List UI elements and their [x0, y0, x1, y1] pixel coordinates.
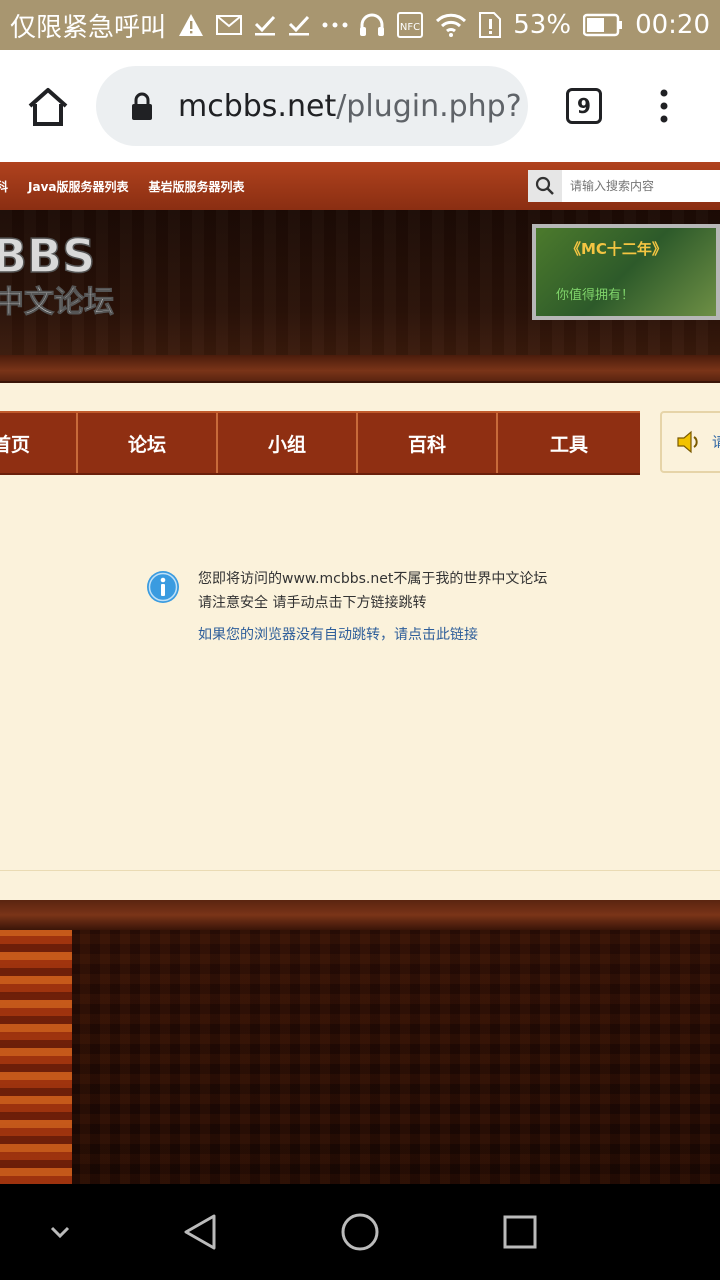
- overflow-menu-button[interactable]: [652, 88, 676, 124]
- notice-line-2: 请注意安全 请手动点击下方链接跳转: [198, 595, 427, 611]
- topbar-link-bedrock-servers[interactable]: 基岩版服务器列表: [149, 178, 245, 195]
- announcement-text: 请: [712, 435, 720, 451]
- mail-icon: [216, 15, 243, 35]
- chevron-down-icon: [50, 1226, 70, 1239]
- ad-text-bottom: 你值得拥有！: [556, 288, 635, 303]
- headphones-icon: [359, 13, 385, 37]
- speaker-icon: [677, 430, 698, 454]
- status-bar: 仅限紧急呼叫 NFC 53% 00:20: [0, 0, 720, 50]
- lock-icon: [132, 92, 152, 120]
- main-nav: 首页 论坛 小组 百科 工具: [0, 411, 640, 475]
- search-icon[interactable]: [528, 170, 562, 202]
- redirect-link[interactable]: 如果您的浏览器没有自动跳转，请点击此链接: [198, 624, 478, 644]
- back-triangle-icon: [184, 1214, 216, 1250]
- banner-ad[interactable]: 《MC十二年》 你值得拥有！: [532, 224, 720, 320]
- address-bar[interactable]: mcbbs.net/plugin.php?: [96, 66, 528, 146]
- home-circle-icon: [341, 1213, 379, 1251]
- url-host: mcbbs.net: [178, 88, 337, 124]
- home-nav-button[interactable]: [336, 1184, 384, 1280]
- header-divider-band: [0, 355, 720, 383]
- browser-toolbar: mcbbs.net/plugin.php? 9: [0, 50, 720, 162]
- site-topbar: 科 Java版服务器列表 基岩版服务器列表: [0, 162, 720, 210]
- back-button[interactable]: [176, 1184, 224, 1280]
- nav-label: 工具: [549, 433, 588, 456]
- site-banner: BBS 中文论坛 《MC十二年》 你值得拥有！: [0, 210, 720, 355]
- logo-text-bottom: 中文论坛: [0, 285, 114, 320]
- tab-count: 9: [577, 94, 591, 118]
- wifi-icon: [435, 13, 467, 37]
- webpage: 科 Java版服务器列表 基岩版服务器列表 BBS 中文论坛 《MC十二年》 你…: [0, 162, 720, 1184]
- info-icon: [147, 571, 179, 603]
- nfc-label: NFC: [400, 22, 420, 33]
- ad-text-top: 《MC十二年》: [566, 240, 667, 258]
- announcement-box[interactable]: 请: [660, 411, 720, 473]
- footer-background: [0, 930, 720, 1184]
- site-logo[interactable]: BBS 中文论坛: [0, 226, 130, 322]
- topbar-link-partial[interactable]: 科: [0, 178, 8, 195]
- recents-square-icon: [503, 1215, 537, 1249]
- topbar-link-java-servers[interactable]: Java版服务器列表: [28, 178, 128, 195]
- nav-item-wiki[interactable]: 百科: [358, 413, 498, 473]
- url-text: mcbbs.net/plugin.php?: [178, 89, 522, 124]
- nav-label: 首页: [0, 433, 31, 456]
- nav-label: 论坛: [127, 433, 166, 456]
- footer-lava-decoration: [0, 930, 72, 1184]
- battery-icon: [583, 13, 623, 37]
- nav-item-forum[interactable]: 论坛: [78, 413, 218, 473]
- site-search: [528, 170, 720, 202]
- nav-label: 百科: [407, 433, 446, 456]
- nav-label: 小组: [267, 433, 306, 456]
- logo-text-top: BBS: [0, 229, 95, 283]
- android-navigation-bar: [0, 1184, 720, 1280]
- warning-icon: [178, 13, 204, 37]
- sim-alert-icon: [479, 12, 502, 38]
- recents-button[interactable]: [496, 1184, 544, 1280]
- home-button[interactable]: [24, 84, 72, 132]
- nav-item-groups[interactable]: 小组: [218, 413, 358, 473]
- carrier-text: 仅限紧急呼叫: [10, 12, 167, 43]
- hide-nav-button[interactable]: [36, 1184, 84, 1280]
- more-icon: [322, 22, 348, 28]
- tab-switcher-button[interactable]: 9: [566, 88, 602, 124]
- more-vert-icon: [660, 89, 668, 123]
- search-input[interactable]: [562, 179, 712, 193]
- nav-item-tools[interactable]: 工具: [498, 413, 640, 473]
- check-icon: [288, 14, 310, 36]
- check-icon: [254, 14, 276, 36]
- content-divider: [0, 870, 720, 871]
- url-path: /plugin.php?: [336, 88, 522, 124]
- clock: 00:20: [635, 10, 710, 40]
- home-icon: [28, 88, 68, 126]
- notice-line-1: 您即将访问的www.mcbbs.net不属于我的世界中文论坛: [198, 571, 548, 587]
- battery-percent: 53%: [513, 10, 572, 40]
- footer-band: [0, 900, 720, 930]
- nfc-icon: NFC: [397, 12, 424, 38]
- nav-item-home[interactable]: 首页: [0, 413, 78, 473]
